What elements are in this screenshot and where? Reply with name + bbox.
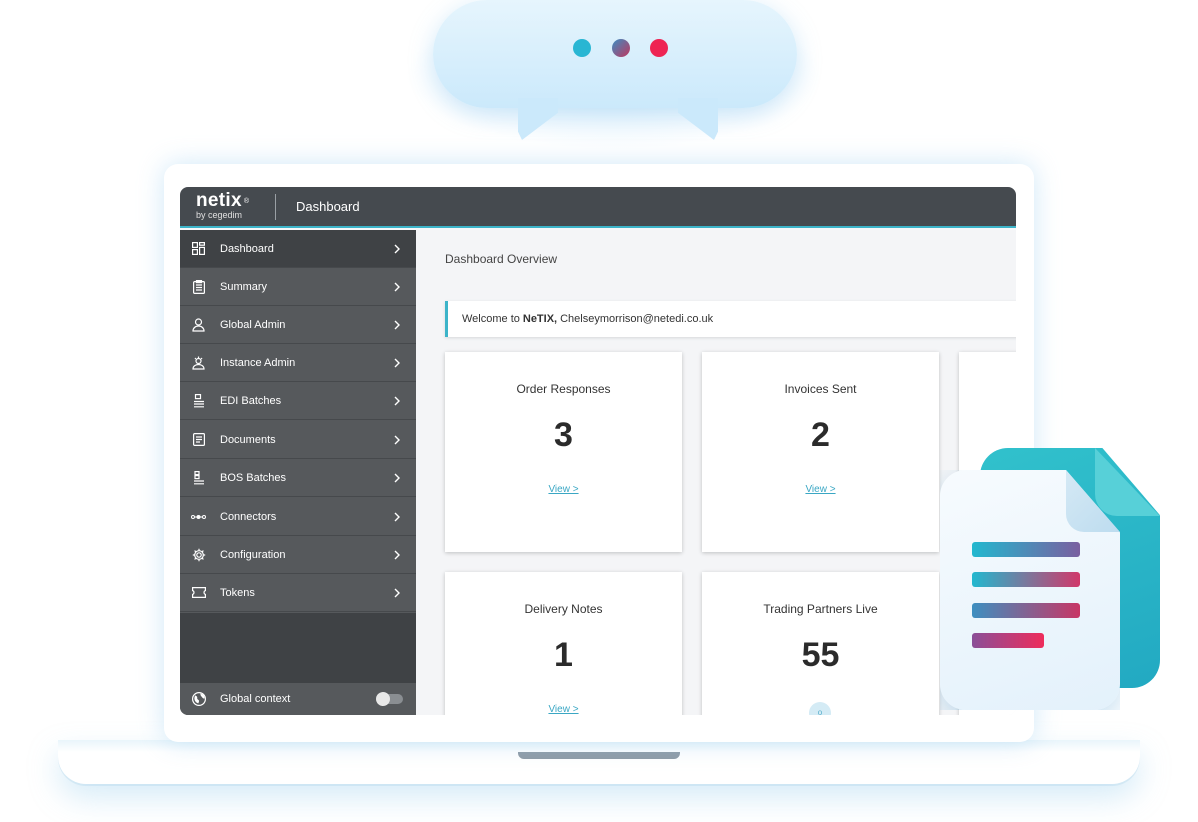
sidebar-item-label: Instance Admin — [220, 356, 296, 369]
chevron-right-icon — [390, 473, 404, 483]
card-view-link[interactable]: View > — [445, 484, 682, 495]
chevron-right-icon — [390, 320, 404, 330]
bos-batch-icon — [191, 470, 206, 485]
document-text-line — [972, 603, 1080, 618]
sidebar-item-bos-batches[interactable]: BOS Batches — [180, 459, 416, 497]
toggle-knob — [376, 692, 390, 706]
sidebar-item-label: Tokens — [220, 586, 255, 599]
card-invoices-sent: Invoices Sent 2 View > — [702, 352, 939, 552]
typing-dot-3 — [650, 39, 668, 57]
card-title: Trading Partners Live — [763, 602, 878, 616]
logo-registered-mark: ® — [243, 198, 250, 206]
document-text-line — [972, 633, 1044, 648]
document-text-line — [972, 542, 1080, 557]
top-bar: netix ® by cegedim Dashboard — [180, 187, 1016, 228]
sidebar-item-documents[interactable]: Documents — [180, 421, 416, 459]
sidebar-item-label: Connectors — [220, 510, 277, 523]
sidebar-item-label: Summary — [220, 280, 268, 293]
welcome-brand: NeTIX, — [522, 313, 558, 325]
sidebar-spacer — [180, 613, 416, 683]
sidebar-item-dashboard[interactable]: Dashboard — [180, 230, 416, 268]
chevron-right-icon — [390, 244, 404, 254]
card-view-link[interactable]: View > — [702, 484, 939, 495]
connector-icon — [191, 509, 206, 524]
card-order-responses: Order Responses 3 View > — [445, 352, 682, 552]
welcome-prefix: Welcome to — [462, 313, 520, 325]
sidebar-item-connectors[interactable]: Connectors — [180, 498, 416, 536]
document-icon — [191, 432, 206, 447]
sidebar-item-label: Dashboard — [220, 242, 274, 255]
card-value: 55 — [801, 636, 840, 674]
page-title: Dashboard — [296, 199, 360, 214]
logo-subtitle: by cegedim — [196, 210, 243, 220]
chevron-right-icon — [390, 588, 404, 598]
logo-text: netix — [196, 190, 242, 211]
card-value: 2 — [811, 416, 830, 454]
global-context-toggle[interactable] — [376, 692, 403, 706]
sidebar-item-label: Documents — [220, 433, 276, 446]
welcome-email: Chelseymorrison@netedi.co.uk — [560, 313, 714, 325]
sidebar-item-configuration[interactable]: Configuration — [180, 536, 416, 574]
dashboard-grid-icon — [191, 241, 206, 256]
sidebar-item-edi-batches[interactable]: EDI Batches — [180, 382, 416, 420]
card-value: 3 — [554, 416, 573, 454]
sidebar-item-label: Global Admin — [220, 318, 286, 331]
chevron-right-icon — [390, 358, 404, 368]
card-title: Order Responses — [516, 382, 611, 396]
card-value: 1 — [554, 636, 573, 674]
typing-dot-2 — [612, 39, 630, 57]
ticket-icon — [191, 585, 206, 600]
sidebar-item-tokens[interactable]: Tokens — [180, 574, 416, 612]
card-trading-partners-live: Trading Partners Live 55 o — [702, 572, 939, 715]
clipboard-icon — [191, 279, 206, 294]
card-delivery-notes: Delivery Notes 1 View > — [445, 572, 682, 715]
section-title: Dashboard Overview — [445, 252, 558, 266]
sidebar-item-global-admin[interactable]: Global Admin — [180, 306, 416, 344]
chevron-right-icon — [390, 282, 404, 292]
typing-dot-1 — [573, 39, 591, 57]
card-title: Invoices Sent — [784, 382, 857, 396]
batch-stack-icon — [191, 393, 206, 408]
welcome-banner: Welcome to NeTIX, Chelseymorrison@netedi… — [445, 301, 1016, 337]
global-context-row: Global context — [180, 683, 416, 715]
sidebar-item-label: Configuration — [220, 548, 286, 561]
sidebar-item-summary[interactable]: Summary — [180, 268, 416, 306]
globe-icon — [191, 692, 206, 707]
sidebar: Dashboard Summary Global Admin Instance … — [180, 230, 416, 715]
laptop-notch — [518, 752, 680, 759]
main-content: Dashboard Overview Welcome to NeTIX, Che… — [416, 230, 1016, 715]
top-bar-divider — [275, 194, 276, 220]
sidebar-item-label: BOS Batches — [220, 471, 287, 484]
card-badge[interactable]: o — [809, 702, 831, 715]
sidebar-item-label: EDI Batches — [220, 394, 282, 407]
card-title: Delivery Notes — [524, 602, 603, 616]
gear-icon — [191, 547, 206, 562]
chevron-right-icon — [390, 435, 404, 445]
user-admin-icon — [191, 317, 206, 332]
sidebar-item-instance-admin[interactable]: Instance Admin — [180, 344, 416, 382]
chevron-right-icon — [390, 396, 404, 406]
card-view-link[interactable]: View > — [445, 704, 682, 715]
netix-logo[interactable]: netix ® by cegedim — [196, 190, 249, 220]
instance-admin-icon — [191, 355, 206, 370]
document-text-line — [972, 572, 1080, 587]
netix-app-window: netix ® by cegedim Dashboard Dashboard Su… — [180, 187, 1016, 715]
chevron-right-icon — [390, 512, 404, 522]
chevron-right-icon — [390, 550, 404, 560]
